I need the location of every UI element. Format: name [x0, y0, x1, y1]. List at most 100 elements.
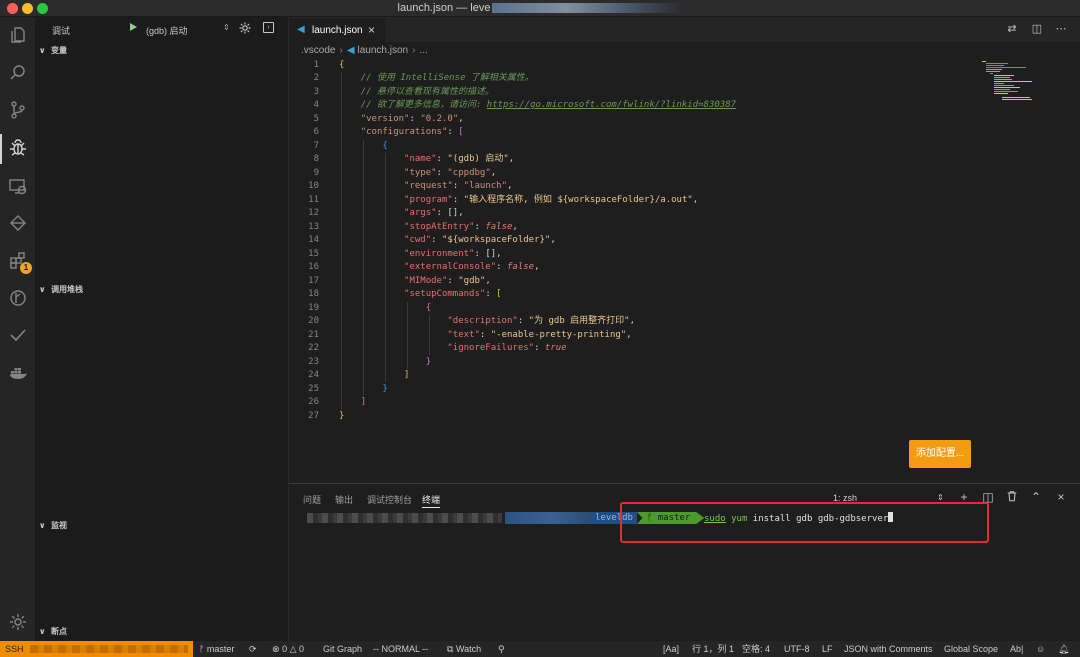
variables-section-label: 变量	[51, 46, 67, 55]
feedback-smiley-icon[interactable]: ☺	[1036, 641, 1045, 657]
code-line: 17 "MIMode": "gdb",	[308, 276, 491, 286]
code-editor[interactable]: 1{ 2 // 使用 IntelliSense 了解相关属性。 3 // 悬停以…	[289, 59, 1080, 483]
breadcrumb-separator-icon: ›	[339, 45, 343, 56]
cursor-position[interactable]: 行 1，列 1	[692, 641, 734, 657]
files-icon[interactable]	[6, 23, 30, 47]
minimap[interactable]	[979, 59, 1034, 104]
ab-indicator[interactable]: Ab|	[1010, 641, 1023, 657]
code-line: 7 {	[313, 141, 388, 151]
remote-ssh-indicator[interactable]: SSH	[0, 641, 193, 657]
open-launch-json-gear-icon[interactable]	[238, 21, 252, 35]
variables-section-header[interactable]: ∨ 变量	[35, 44, 288, 58]
breakpoints-section-label: 断点	[51, 627, 67, 636]
code-line: 19 {	[308, 303, 432, 313]
tab-launch-json[interactable]: ◀ launch.json ×	[289, 17, 385, 42]
call-stack-section-header[interactable]: ∨ 调用堆栈	[35, 283, 288, 297]
tab-terminal[interactable]: 终端	[422, 493, 440, 506]
activity-bar: 1	[0, 17, 35, 641]
search-icon[interactable]	[6, 61, 30, 85]
code-line: 4 // 欲了解更多信息，请访问: https://go.microsoft.c…	[313, 100, 737, 110]
remote-explorer-icon[interactable]	[6, 174, 30, 198]
code-line: 2 // 使用 IntelliSense 了解相关属性。	[313, 73, 534, 83]
active-indicator	[0, 134, 2, 164]
close-tab-icon[interactable]: ×	[368, 23, 375, 37]
breadcrumb-file[interactable]: launch.json	[358, 45, 409, 56]
editor-tab-bar: ◀ launch.json × ⇄ ◫ ⋯	[289, 17, 1080, 42]
code-line: 22 "ignoreFailures": true	[308, 343, 567, 353]
git-graph-button[interactable]: Git Graph	[323, 641, 362, 657]
code-line: 13 "stopAtEntry": false,	[308, 222, 518, 232]
blurred-remote-host	[30, 645, 188, 653]
branch-icon: ᚠ	[199, 644, 205, 654]
code-line: 21 "text": "-enable-pretty-printing",	[308, 330, 632, 340]
fwlink-link[interactable]: https://go.microsoft.com/fwlink/?linkid=…	[487, 100, 736, 110]
open-changes-icon[interactable]: ⇄	[1005, 22, 1019, 36]
tab-debug-console[interactable]: 调试控制台	[367, 493, 412, 506]
code-line: 5 "version": "0.2.0",	[313, 114, 464, 124]
code-line: 20 "description": "为 gdb 启用整齐打印",	[308, 316, 636, 326]
chevron-down-icon: ∨	[39, 46, 46, 55]
vscode-file-icon: ◀	[297, 24, 305, 35]
error-icon: ⊗	[272, 644, 280, 654]
tab-output[interactable]: 输出	[335, 493, 353, 506]
code-line: 27}	[308, 411, 345, 421]
language-mode[interactable]: JSON with Comments	[844, 641, 933, 657]
tab-problems[interactable]: 问题	[303, 493, 321, 506]
code-line: 16 "externalConsole": false,	[308, 262, 540, 272]
gitlens-icon[interactable]	[6, 286, 30, 310]
highlight-annotation-box	[620, 502, 989, 543]
notifications-bell-icon[interactable]: 🔔︎	[1058, 641, 1069, 657]
debug-icon[interactable]	[6, 136, 30, 160]
breadcrumb-vscode[interactable]: .vscode	[301, 45, 335, 56]
maximize-panel-chevron-up-icon[interactable]: ⌃	[1029, 490, 1043, 504]
code-line: 18 "setupCommands": [	[308, 289, 502, 299]
close-panel-icon[interactable]: ×	[1054, 490, 1068, 504]
sync-icon[interactable]: ⟳	[249, 641, 257, 657]
encoding-indicator[interactable]: UTF-8	[784, 641, 810, 657]
extensions-badge: 1	[20, 262, 32, 274]
blurred-title-part	[492, 3, 683, 14]
breadcrumb: .vscode › ◀ launch.json ›...	[289, 42, 1080, 59]
eol-indicator[interactable]: LF	[822, 641, 833, 657]
watch-icon: ⧉	[447, 644, 454, 654]
problems-indicator[interactable]: ⊗ 0 △ 0	[272, 641, 304, 657]
breadcrumb-separator-icon: ›	[412, 45, 416, 56]
split-editor-icon[interactable]: ◫	[1030, 22, 1044, 36]
docker-icon[interactable]	[6, 361, 30, 385]
code-line: 25 }	[308, 384, 388, 394]
branch-indicator[interactable]: ᚠ master	[199, 641, 234, 657]
scope-indicator[interactable]: Global Scope	[944, 641, 998, 657]
more-actions-icon[interactable]: ⋯	[1054, 22, 1068, 36]
code-line: 10 "request": "launch",	[308, 181, 513, 191]
blurred-path	[505, 512, 597, 524]
checkmark-icon[interactable]	[6, 323, 30, 347]
settings-gear-icon[interactable]	[6, 610, 30, 634]
indentation-indicator[interactable]: 空格: 4	[742, 641, 770, 657]
warning-icon: △	[289, 644, 297, 654]
extensions-icon[interactable]: 1	[6, 249, 32, 274]
tab-label: launch.json	[312, 25, 363, 36]
ssh-label: SSH	[5, 644, 24, 654]
breakpoints-section-header[interactable]: ∨ 断点	[35, 625, 288, 639]
pin-icon[interactable]: ⚲	[498, 641, 505, 657]
vim-mode-indicator: -- NORMAL --	[373, 644, 429, 654]
debug-console-icon[interactable]: ›	[263, 22, 274, 33]
code-line: 24 ]	[308, 370, 410, 380]
kill-terminal-trash-icon[interactable]	[1005, 490, 1019, 504]
title-bar: launch.json — leve	[0, 0, 1080, 17]
watch-button[interactable]: ⧉ Watch	[447, 641, 481, 657]
git-graph-icon[interactable]	[6, 211, 30, 235]
code-line: 12 "args": [],	[308, 208, 464, 218]
watch-section-header[interactable]: ∨ 监视	[35, 519, 288, 533]
terminal-select-arrows-icon[interactable]: ⇕	[937, 493, 944, 502]
config-select-arrows-icon[interactable]: ⇕	[223, 23, 230, 32]
source-control-icon[interactable]	[6, 98, 30, 122]
code-line: 11 "program": "输入程序名称, 例如 ${workspaceFol…	[308, 195, 699, 205]
match-case-indicator[interactable]: [Aa]	[663, 641, 679, 657]
add-configuration-button[interactable]: 添加配置...	[909, 440, 971, 468]
debug-title: 调试	[52, 26, 71, 36]
breadcrumb-symbol[interactable]: ...	[419, 45, 427, 56]
debug-config-select[interactable]: (gdb) 启动	[146, 24, 188, 37]
chevron-down-icon: ∨	[39, 627, 46, 636]
start-debugging-play-icon[interactable]	[130, 23, 137, 31]
